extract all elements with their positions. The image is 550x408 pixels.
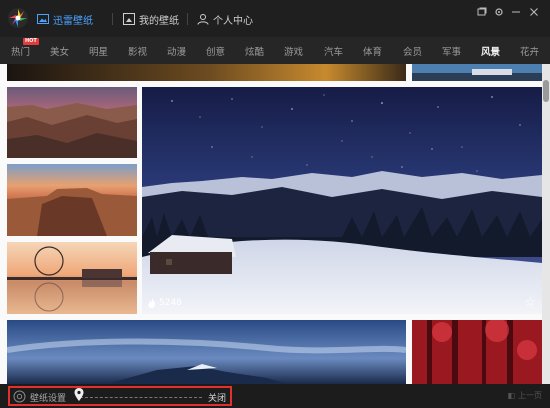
prev-page-button[interactable]: ◧ 上一页 (507, 390, 542, 401)
toggle-off-label[interactable]: 关闭 (208, 391, 226, 404)
divider (112, 13, 113, 25)
wallpaper-thumbnail[interactable] (7, 320, 406, 384)
wallpaper-image (7, 64, 406, 81)
tab-my-wallpaper[interactable]: 我的壁纸 (123, 9, 179, 29)
category-vip[interactable]: 会员 (403, 44, 422, 58)
wallpaper-thumbnail[interactable] (7, 242, 137, 314)
settings-button[interactable] (492, 5, 506, 19)
wallpaper-thumbnail[interactable] (412, 64, 542, 81)
image-icon (37, 14, 49, 24)
wallpaper-image (7, 87, 137, 158)
wallpaper-image (412, 320, 542, 384)
category-stars[interactable]: 明星 (89, 44, 108, 58)
category-scenery[interactable]: 风景 (481, 44, 500, 58)
app-logo-icon (8, 8, 28, 28)
tab-label: 迅雷壁纸 (53, 15, 93, 27)
title-bar: 迅雷壁纸 我的壁纸 个人中心 (0, 0, 550, 37)
category-bar: 热门 HOT 美女 明星 影视 动漫 创意 炫酷 游戏 汽车 体育 会员 军事 … (0, 37, 550, 64)
scroll-thumb[interactable] (543, 80, 549, 102)
scrollbar[interactable] (542, 64, 550, 384)
category-beauty[interactable]: 美女 (50, 44, 69, 58)
wallpaper-image (7, 242, 137, 314)
category-cool[interactable]: 炫酷 (245, 44, 264, 58)
wallpaper-image (142, 87, 542, 314)
wallpaper-settings-label[interactable]: 壁纸设置 (30, 391, 66, 404)
category-cars[interactable]: 汽车 (324, 44, 343, 58)
minimize-icon (512, 11, 520, 13)
category-film[interactable]: 影视 (128, 44, 147, 58)
location-pin-icon[interactable] (74, 388, 84, 402)
user-icon (197, 14, 209, 25)
settings-icon (495, 8, 503, 16)
featured-wallpaper[interactable]: 5248 ☆ (142, 87, 542, 314)
likes-counter: 5248 (148, 298, 182, 308)
category-sports[interactable]: 体育 (363, 44, 382, 58)
tab-label: 我的壁纸 (139, 15, 179, 27)
slider-track[interactable] (80, 397, 202, 398)
wallpaper-settings-panel: 壁纸设置 关闭 (8, 386, 232, 406)
wallpaper-image (412, 64, 542, 81)
bottom-bar: 壁纸设置 关闭 ◧ 上一页 (0, 384, 550, 408)
category-anime[interactable]: 动漫 (167, 44, 186, 58)
hot-badge: HOT (23, 38, 39, 45)
wallpaper-thumbnail[interactable] (7, 87, 137, 158)
restore-button[interactable] (475, 5, 489, 19)
tab-xunlei-wallpaper[interactable]: 迅雷壁纸 (37, 9, 93, 29)
image-frame-icon (123, 13, 135, 25)
wallpaper-thumbnail[interactable] (412, 320, 542, 384)
prev-icon: ◧ (507, 391, 515, 400)
category-creative[interactable]: 创意 (206, 44, 225, 58)
close-icon (530, 8, 538, 16)
tab-label: 个人中心 (213, 15, 253, 27)
close-button[interactable] (527, 5, 541, 19)
restore-icon (477, 7, 487, 16)
star-icon[interactable]: ☆ (524, 295, 536, 310)
gear-icon[interactable] (13, 390, 26, 403)
divider (187, 13, 188, 25)
likes-count: 5248 (159, 298, 182, 308)
tab-personal-center[interactable]: 个人中心 (197, 9, 253, 29)
fire-icon (148, 298, 156, 308)
wallpaper-thumbnail[interactable] (7, 64, 406, 81)
wallpaper-image (7, 164, 137, 236)
category-games[interactable]: 游戏 (284, 44, 303, 58)
minimize-button[interactable] (509, 5, 523, 19)
wallpaper-image (7, 320, 406, 384)
category-military[interactable]: 军事 (442, 44, 461, 58)
wallpaper-thumbnail[interactable] (7, 164, 137, 236)
category-hot[interactable]: 热门 (11, 44, 30, 58)
category-flowers[interactable]: 花卉 (520, 44, 539, 58)
wallpaper-grid: 5248 ☆ (0, 64, 550, 384)
prev-page-label: 上一页 (518, 391, 542, 400)
